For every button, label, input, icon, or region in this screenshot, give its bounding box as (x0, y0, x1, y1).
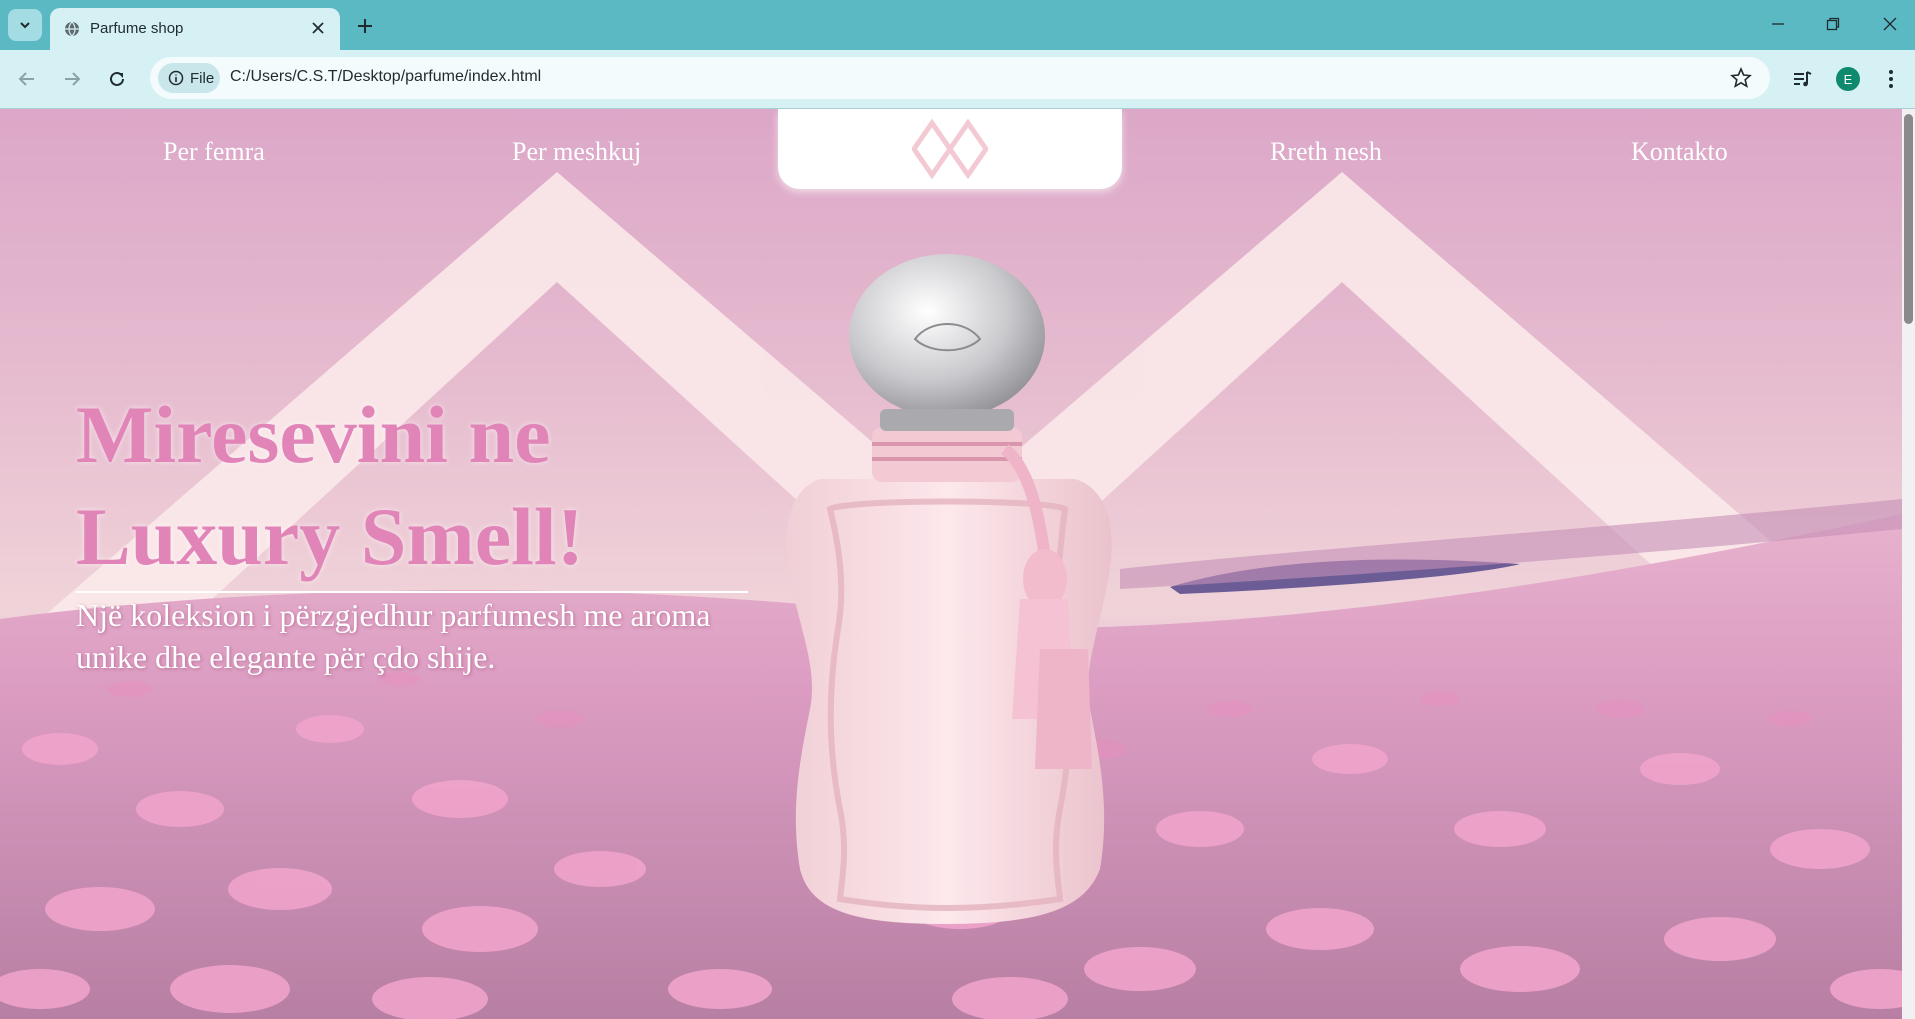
close-window-button[interactable] (1867, 8, 1913, 40)
browser-tab-active[interactable]: Parfume shop (50, 8, 340, 50)
site-nav: Per femra Per meshkuj Rreth nesh Kontakt… (0, 109, 1902, 199)
browser-titlebar: Parfume shop (0, 0, 1915, 50)
close-icon (1883, 17, 1897, 31)
webpage: Per femra Per meshkuj Rreth nesh Kontakt… (0, 109, 1902, 1019)
hero-subtitle: Një koleksion i përzgjedhur parfumesh me… (76, 597, 711, 675)
logo-double-diamond-icon (912, 119, 988, 179)
bookmark-star-icon[interactable] (1730, 67, 1752, 89)
hero-divider (76, 591, 748, 593)
plus-icon (358, 19, 372, 33)
nav-link-per-femra[interactable]: Per femra (163, 137, 265, 167)
menu-button[interactable] (1878, 66, 1904, 92)
minimize-icon (1772, 23, 1784, 25)
new-tab-button[interactable] (352, 13, 378, 39)
site-info-label: File (190, 69, 215, 87)
reload-icon (110, 71, 124, 86)
profile-button[interactable]: E (1835, 66, 1861, 92)
tab-search-button[interactable] (8, 9, 42, 41)
nav-link-rreth-nesh[interactable]: Rreth nesh (1270, 137, 1382, 167)
kebab-menu-icon (1889, 70, 1893, 88)
perfume-bottle-image (786, 254, 1112, 924)
arrow-right-icon (65, 72, 81, 86)
arrow-left-icon (18, 72, 34, 86)
info-icon (168, 70, 184, 86)
restore-icon (1826, 17, 1840, 31)
nav-link-kontakto[interactable]: Kontakto (1631, 137, 1728, 167)
forward-button[interactable] (57, 64, 87, 94)
site-logo[interactable] (778, 109, 1122, 189)
site-info-chip[interactable]: File (158, 63, 220, 93)
scrollbar-thumb[interactable] (1904, 114, 1913, 324)
reload-button[interactable] (102, 64, 132, 94)
restore-button[interactable] (1810, 8, 1856, 40)
minimize-button[interactable] (1755, 8, 1801, 40)
page-scrollbar[interactable] (1902, 109, 1915, 1019)
back-button[interactable] (12, 64, 42, 94)
close-icon (312, 22, 324, 34)
playlist-icon (1794, 71, 1812, 87)
url-text[interactable]: C:/Users/C.S.T/Desktop/parfume/index.htm… (230, 68, 541, 86)
tab-title: Parfume shop (90, 20, 184, 37)
avatar: E (1836, 67, 1860, 91)
tab-close-button[interactable] (308, 18, 328, 38)
globe-icon (65, 21, 79, 37)
address-bar[interactable]: File C:/Users/C.S.T/Desktop/parfume/inde… (150, 57, 1770, 99)
media-controls-button[interactable] (1789, 66, 1815, 92)
nav-link-per-meshkuj[interactable]: Per meshkuj (512, 137, 641, 167)
hero-headline: Miresevini ne Luxury Smell! (76, 389, 584, 582)
chevron-down-icon (20, 22, 30, 29)
browser-toolbar: File C:/Users/C.S.T/Desktop/parfume/inde… (0, 50, 1915, 109)
